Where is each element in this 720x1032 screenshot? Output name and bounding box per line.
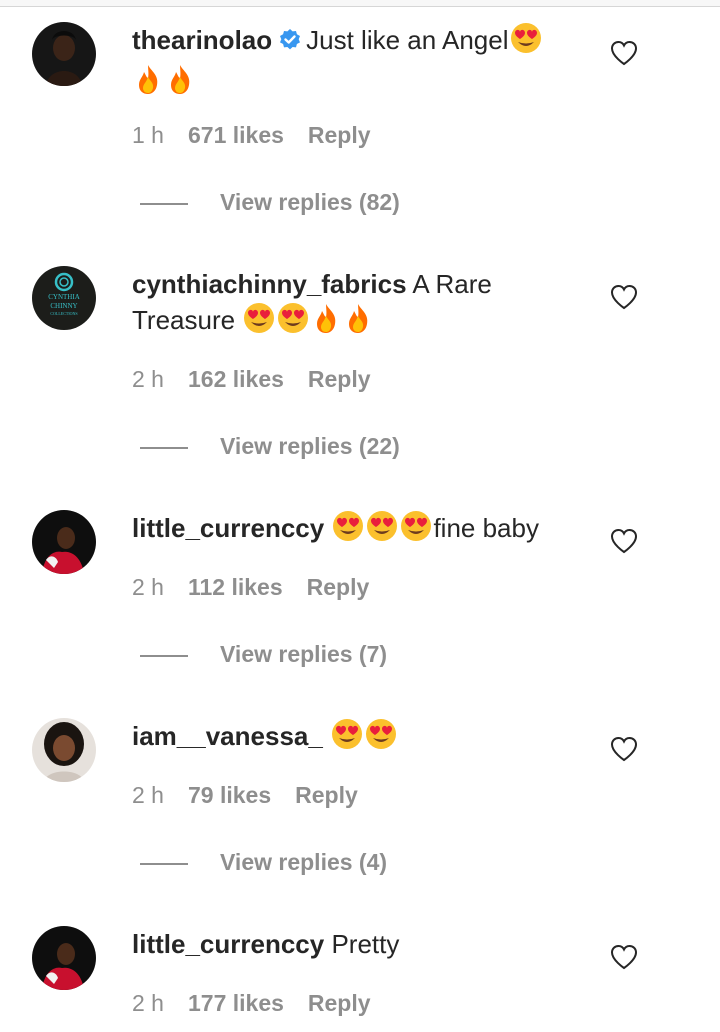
comment-item: little_currenccy fine baby 2 h 112 likes R… — [0, 510, 720, 680]
reply-button[interactable]: Reply — [308, 990, 371, 1017]
top-divider — [0, 0, 720, 7]
reply-button[interactable]: Reply — [308, 122, 371, 149]
fire-emoji — [343, 302, 373, 343]
comment-username[interactable]: cynthiachinny_fabrics — [132, 269, 407, 299]
comment-username[interactable]: iam__vanessa_ — [132, 721, 323, 751]
view-replies-label: View replies (82) — [220, 189, 400, 215]
avatar-logo-text: CHINNY — [50, 302, 77, 310]
comment-likes[interactable]: 671 likes — [188, 122, 284, 149]
comment-body: Treasure — [132, 305, 236, 335]
avatar[interactable]: CYNTHIA CHINNY COLLECTIONS — [32, 266, 96, 330]
comment-meta: 1 h 671 likes Reply — [132, 122, 371, 149]
comment-time: 2 h — [132, 990, 164, 1016]
reply-button[interactable]: Reply — [295, 782, 358, 809]
heart-eyes-emoji — [331, 718, 363, 759]
comment-likes[interactable]: 112 likes — [188, 574, 283, 601]
comment-username[interactable]: thearinolao — [132, 25, 272, 55]
view-replies-button[interactable]: View replies (4) — [140, 849, 387, 876]
comment-text: cynthiachinny_fabrics A Rare Treasure — [132, 266, 582, 343]
view-replies-label: View replies (4) — [220, 849, 388, 875]
heart-eyes-emoji — [332, 510, 364, 551]
avatar[interactable] — [32, 510, 96, 574]
fire-emoji — [133, 63, 163, 104]
view-replies-label: View replies (7) — [220, 641, 388, 667]
heart-eyes-emoji — [243, 302, 275, 343]
reply-button[interactable]: Reply — [308, 366, 371, 393]
divider-dash — [140, 446, 188, 449]
comment-item: little_currenccy Pretty 2 h 177 likes Repl… — [0, 926, 720, 1026]
comment-item: thearinolao Just like an Angel 1 h 671 lik… — [0, 22, 720, 222]
comment-time: 1 h — [132, 122, 164, 148]
comment-text: thearinolao Just like an Angel — [132, 22, 582, 104]
comment-username[interactable]: little_currenccy — [132, 513, 324, 543]
avatar[interactable] — [32, 926, 96, 990]
comment-likes[interactable]: 79 likes — [188, 782, 271, 809]
avatar-logo-text: COLLECTIONS — [50, 311, 77, 316]
avatar-logo-text: CYNTHIA — [48, 293, 80, 301]
comment-body: Just like an Angel — [306, 25, 509, 55]
view-replies-button[interactable]: View replies (22) — [140, 433, 400, 460]
comment-text: little_currenccy fine baby — [132, 510, 582, 551]
view-replies-label: View replies (22) — [220, 433, 400, 459]
divider-dash — [140, 202, 188, 205]
view-replies-button[interactable]: View replies (82) — [140, 189, 400, 216]
verified-badge-icon — [278, 25, 302, 61]
comment-item: CYNTHIA CHINNY COLLECTIONS cynthiachinny… — [0, 266, 720, 466]
heart-eyes-emoji — [510, 22, 542, 63]
heart-eyes-emoji — [400, 510, 432, 551]
avatar[interactable] — [32, 22, 96, 86]
comment-time: 2 h — [132, 574, 164, 600]
comment-body: Pretty — [331, 929, 400, 959]
divider-dash — [140, 862, 188, 865]
comment-likes[interactable]: 162 likes — [188, 366, 284, 393]
heart-eyes-emoji — [365, 718, 397, 759]
comment-likes[interactable]: 177 likes — [188, 990, 284, 1017]
heart-eyes-emoji — [277, 302, 309, 343]
comment-body: fine baby — [433, 513, 539, 543]
comment-meta: 2 h 162 likes Reply — [132, 366, 371, 393]
view-replies-button[interactable]: View replies (7) — [140, 641, 387, 668]
like-heart-icon[interactable] — [610, 284, 638, 310]
like-heart-icon[interactable] — [610, 528, 638, 554]
comment-item: iam__vanessa_ 2 h 79 likes Reply View repl… — [0, 718, 720, 888]
comment-meta: 2 h 112 likes Reply — [132, 574, 369, 601]
avatar[interactable] — [32, 718, 96, 782]
comment-meta: 2 h 177 likes Reply — [132, 990, 371, 1017]
like-heart-icon[interactable] — [610, 944, 638, 970]
comment-body: A Rare — [412, 269, 492, 299]
comment-time: 2 h — [132, 366, 164, 392]
comment-time: 2 h — [132, 782, 164, 808]
fire-emoji — [165, 63, 195, 104]
comment-text: iam__vanessa_ — [132, 718, 582, 759]
comment-meta: 2 h 79 likes Reply — [132, 782, 358, 809]
like-heart-icon[interactable] — [610, 40, 638, 66]
reply-button[interactable]: Reply — [307, 574, 370, 601]
fire-emoji — [311, 302, 341, 343]
divider-dash — [140, 654, 188, 657]
heart-eyes-emoji — [366, 510, 398, 551]
comment-username[interactable]: little_currenccy — [132, 929, 324, 959]
comment-text: little_currenccy Pretty — [132, 926, 582, 962]
like-heart-icon[interactable] — [610, 736, 638, 762]
